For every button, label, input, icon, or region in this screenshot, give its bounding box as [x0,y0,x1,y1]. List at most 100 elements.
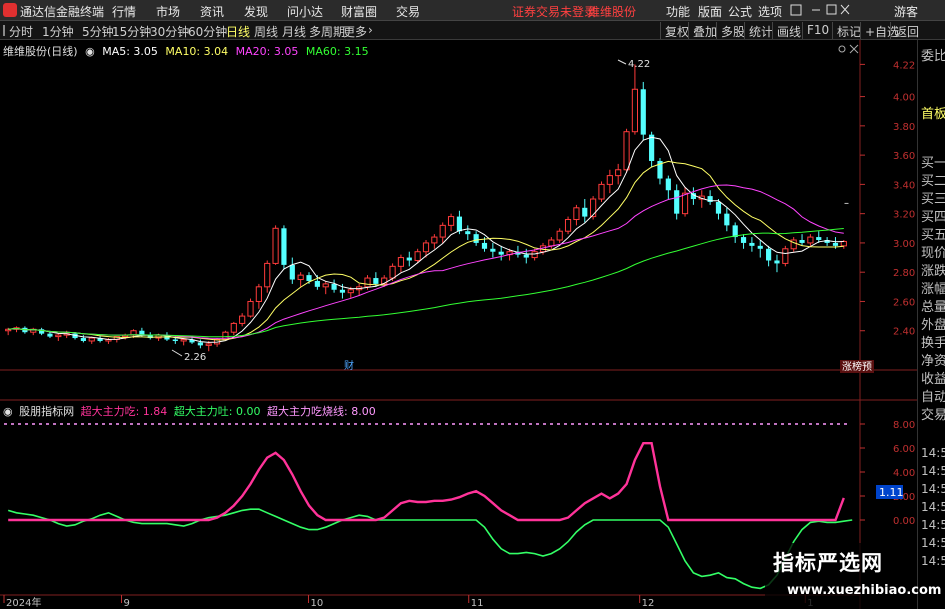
indicator-tick-label: 6.00 [893,444,915,455]
ma5-value: MA5: 3.05 [102,45,158,58]
candle-body [548,239,555,247]
ma60-value: MA60: 3.15 [305,45,369,58]
candle-body [715,201,722,214]
quote-item: 委比 [921,49,945,64]
price-tick-label: 2.60 [893,297,915,308]
quote-panel: 委比首板买一买二买三买四买五现价涨跌涨幅总量外盘换手净资收益自动交易 14:56 1… [917,40,945,609]
quote-item: 净资 [921,354,945,369]
candle-body [255,286,262,302]
candle-body [782,248,789,264]
trade-time: 14:56 [921,464,945,478]
candle-body [239,315,246,324]
indicator-chi: 超大主力吃: 1.84 [80,405,168,418]
date-tick-label: 10 [310,598,323,609]
date-tick-label: 2024年 [6,596,41,609]
quote-item: 首板 [921,107,945,122]
price-tick-label: 2.40 [893,327,915,338]
candle-body [615,169,622,177]
candle-body [799,240,805,243]
candle-body [197,342,203,346]
candle-body [556,230,563,241]
indicator-tick-label: 0.00 [893,516,915,527]
low-price-label: 2.26 [184,352,206,363]
quote-item[interactable]: 交易 [921,404,945,423]
quote-item: 总量 [921,300,945,315]
candle-body [606,175,613,185]
price-tick-label: 3.40 [893,180,915,191]
indicator-tick-label: 4.00 [893,468,915,479]
quote-item[interactable]: 自动 [921,386,945,405]
indicator-pane [4,423,853,590]
quote-item: 买三 [921,192,945,207]
candle-body [640,89,646,135]
candle-body [832,242,839,246]
quote-item: 涨跌 [921,264,945,279]
trade-time: 14:56 [921,518,945,532]
candle-body [598,183,605,200]
price-tick-label: 2.80 [893,268,915,279]
indicator-settings-icon[interactable]: ◉ [3,405,13,418]
candle-body [465,231,471,235]
candle-body [230,322,237,333]
trade-time: 14:56 [921,536,945,550]
candle-body [431,236,438,244]
candle-body [80,338,86,341]
low-price-leader [171,349,183,357]
price-tick-label: 4.00 [893,93,915,104]
candle-body [281,228,287,265]
candle-body [757,245,763,249]
candle-body [490,248,496,252]
high-price-leader [617,59,627,65]
candle-body [205,343,212,346]
indicator-current-value: 1.11 [879,486,904,499]
candle-body [397,257,405,267]
candle-body [590,198,597,218]
price-axis: 4.22 4.00 3.80 3.60 3.40 3.20 3.00 2.80 2.60 2.40 [860,60,915,338]
candle-body [373,278,379,284]
candle-body [339,289,346,293]
quote-item: 买一 [921,156,945,171]
chi-line [8,442,845,522]
indicator-tick-label: 8.00 [893,420,915,431]
indicator-legend: ◉ 股朋指标网 超大主力吃: 1.84 超大主力吐: 0.00 超大主力吃烧线:… [3,403,379,419]
candle-body [840,240,847,247]
indicator-tu: 超大主力吐: 0.00 [173,405,261,418]
pane-close-icon [849,44,859,54]
date-tick-label: 11 [471,598,484,609]
candle-body [523,254,529,258]
candle-body [740,237,747,243]
candle-body [649,134,655,161]
candle-body [322,283,329,288]
candle-body [247,300,254,317]
price-tick-label: 3.80 [893,122,915,133]
candle-body [272,227,279,264]
candle-body [297,274,304,281]
settings-icon[interactable]: ◉ [85,45,95,58]
candle-body [681,192,689,215]
candle-body [47,333,53,337]
candle-body [623,131,630,171]
candle-body [389,265,396,279]
indicator-title: 股朋指标网 [19,405,75,418]
candle-body [807,236,814,244]
candle-body [816,237,822,240]
candle-body [347,289,354,294]
quote-item: 外盘 [921,318,945,333]
quote-item: 涨幅 [921,282,945,297]
pane-option-icon [838,45,846,53]
price-tick-label: 3.00 [893,239,915,250]
ma5-line [8,136,844,343]
ma10-value: MA10: 3.04 [165,45,229,58]
date-tick-label: 9 [124,598,130,609]
candle-body [406,257,412,261]
candle-body [364,277,371,288]
candle-body [439,224,446,238]
ma-lines [8,136,844,343]
zhangting-marker[interactable]: 涨榜预 [842,360,872,373]
finance-marker[interactable]: 财 [344,359,354,372]
candle-body [331,283,337,290]
price-chart[interactable]: 4.22 4.00 3.80 3.60 3.40 3.20 3.00 2.80 2.60 2.40… [0,0,945,609]
quote-item: 收益 [921,372,945,387]
price-tick-label: 3.20 [893,210,915,221]
date-tick-label: 12 [642,598,655,609]
